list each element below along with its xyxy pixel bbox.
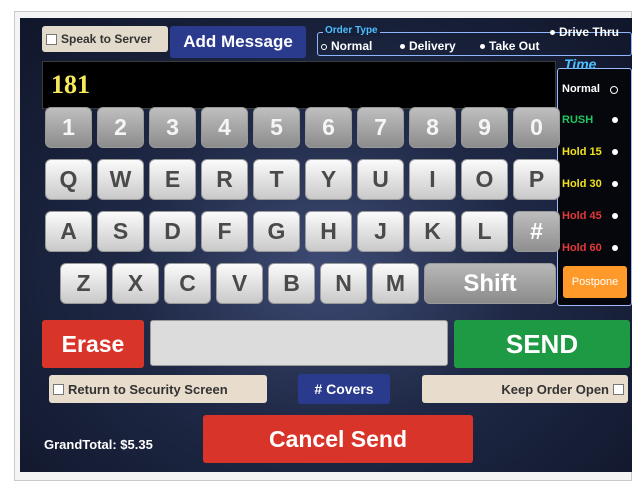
- return-to-security-checkbox[interactable]: Return to Security Screen: [49, 375, 267, 403]
- time-option-hold-30[interactable]: Hold 30: [562, 178, 626, 190]
- shift-key[interactable]: Shift: [424, 263, 556, 304]
- order-type-delivery[interactable]: Delivery: [400, 39, 456, 53]
- key-i[interactable]: I: [409, 159, 456, 200]
- radio-icon: [550, 30, 555, 36]
- hash-key[interactable]: #: [513, 211, 560, 252]
- key-9[interactable]: 9: [461, 107, 508, 148]
- key-2[interactable]: 2: [97, 107, 144, 148]
- time-option-normal[interactable]: Normal: [562, 83, 626, 95]
- key-b[interactable]: B: [268, 263, 315, 304]
- radio-icon: [612, 181, 618, 187]
- order-type-drive-thru[interactable]: Drive Thru: [550, 27, 630, 51]
- key-7[interactable]: 7: [357, 107, 404, 148]
- key-p[interactable]: P: [513, 159, 560, 200]
- key-4[interactable]: 4: [201, 107, 248, 148]
- key-f[interactable]: F: [201, 211, 248, 252]
- message-input[interactable]: [150, 320, 448, 366]
- grand-total: GrandTotal: $5.35: [44, 437, 153, 452]
- return-to-security-label: Return to Security Screen: [68, 381, 228, 397]
- key-v[interactable]: V: [216, 263, 263, 304]
- key-c[interactable]: C: [164, 263, 211, 304]
- time-option-rush[interactable]: RUSH: [562, 114, 626, 126]
- key-e[interactable]: E: [149, 159, 196, 200]
- time-option-hold-45[interactable]: Hold 45: [562, 210, 626, 222]
- radio-icon: [612, 245, 618, 251]
- key-x[interactable]: X: [112, 263, 159, 304]
- add-message-button[interactable]: Add Message: [170, 26, 306, 58]
- checkbox-box[interactable]: [53, 383, 64, 395]
- key-s[interactable]: S: [97, 211, 144, 252]
- key-8[interactable]: 8: [409, 107, 456, 148]
- checkbox-box[interactable]: [613, 383, 624, 395]
- checkbox-box[interactable]: [46, 33, 57, 45]
- key-w[interactable]: W: [97, 159, 144, 200]
- number-display: 181: [42, 61, 556, 109]
- send-button[interactable]: SEND: [454, 320, 630, 368]
- time-option-hold-60[interactable]: Hold 60: [562, 242, 626, 254]
- key-d[interactable]: D: [149, 211, 196, 252]
- key-0[interactable]: 0: [513, 107, 560, 148]
- key-g[interactable]: G: [253, 211, 300, 252]
- radio-icon: [612, 117, 618, 123]
- erase-button[interactable]: Erase: [42, 320, 144, 368]
- radio-selected-icon: [321, 43, 327, 50]
- key-a[interactable]: A: [45, 211, 92, 252]
- order-type-take-out[interactable]: Take Out: [480, 39, 539, 53]
- keep-order-open-label: Keep Order Open: [501, 381, 609, 397]
- key-l[interactable]: L: [461, 211, 508, 252]
- key-o[interactable]: O: [461, 159, 508, 200]
- time-option-hold-15[interactable]: Hold 15: [562, 146, 626, 158]
- radio-selected-icon: [610, 86, 618, 94]
- radio-icon: [612, 213, 618, 219]
- radio-icon: [400, 44, 405, 50]
- key-z[interactable]: Z: [60, 263, 107, 304]
- radio-icon: [480, 44, 485, 50]
- covers-button[interactable]: # Covers: [298, 374, 390, 404]
- radio-icon: [612, 149, 618, 155]
- key-q[interactable]: Q: [45, 159, 92, 200]
- postpone-button[interactable]: Postpone: [563, 266, 627, 298]
- key-h[interactable]: H: [305, 211, 352, 252]
- key-5[interactable]: 5: [253, 107, 300, 148]
- key-n[interactable]: N: [320, 263, 367, 304]
- pos-send-screen: Speak to Server Add Message Order Type N…: [20, 18, 632, 472]
- key-r[interactable]: R: [201, 159, 248, 200]
- order-type-normal[interactable]: Normal: [321, 39, 372, 53]
- speak-to-server-checkbox[interactable]: Speak to Server: [42, 26, 168, 52]
- key-3[interactable]: 3: [149, 107, 196, 148]
- key-y[interactable]: Y: [305, 159, 352, 200]
- key-k[interactable]: K: [409, 211, 456, 252]
- key-u[interactable]: U: [357, 159, 404, 200]
- key-m[interactable]: M: [372, 263, 419, 304]
- key-j[interactable]: J: [357, 211, 404, 252]
- keep-order-open-checkbox[interactable]: Keep Order Open: [422, 375, 628, 403]
- key-t[interactable]: T: [253, 159, 300, 200]
- time-label: Time: [564, 56, 597, 72]
- display-value: 181: [51, 70, 90, 99]
- cancel-send-button[interactable]: Cancel Send: [203, 415, 473, 463]
- key-6[interactable]: 6: [305, 107, 352, 148]
- key-1[interactable]: 1: [45, 107, 92, 148]
- order-type-label: Order Type: [323, 25, 380, 36]
- speak-to-server-label: Speak to Server: [61, 32, 152, 46]
